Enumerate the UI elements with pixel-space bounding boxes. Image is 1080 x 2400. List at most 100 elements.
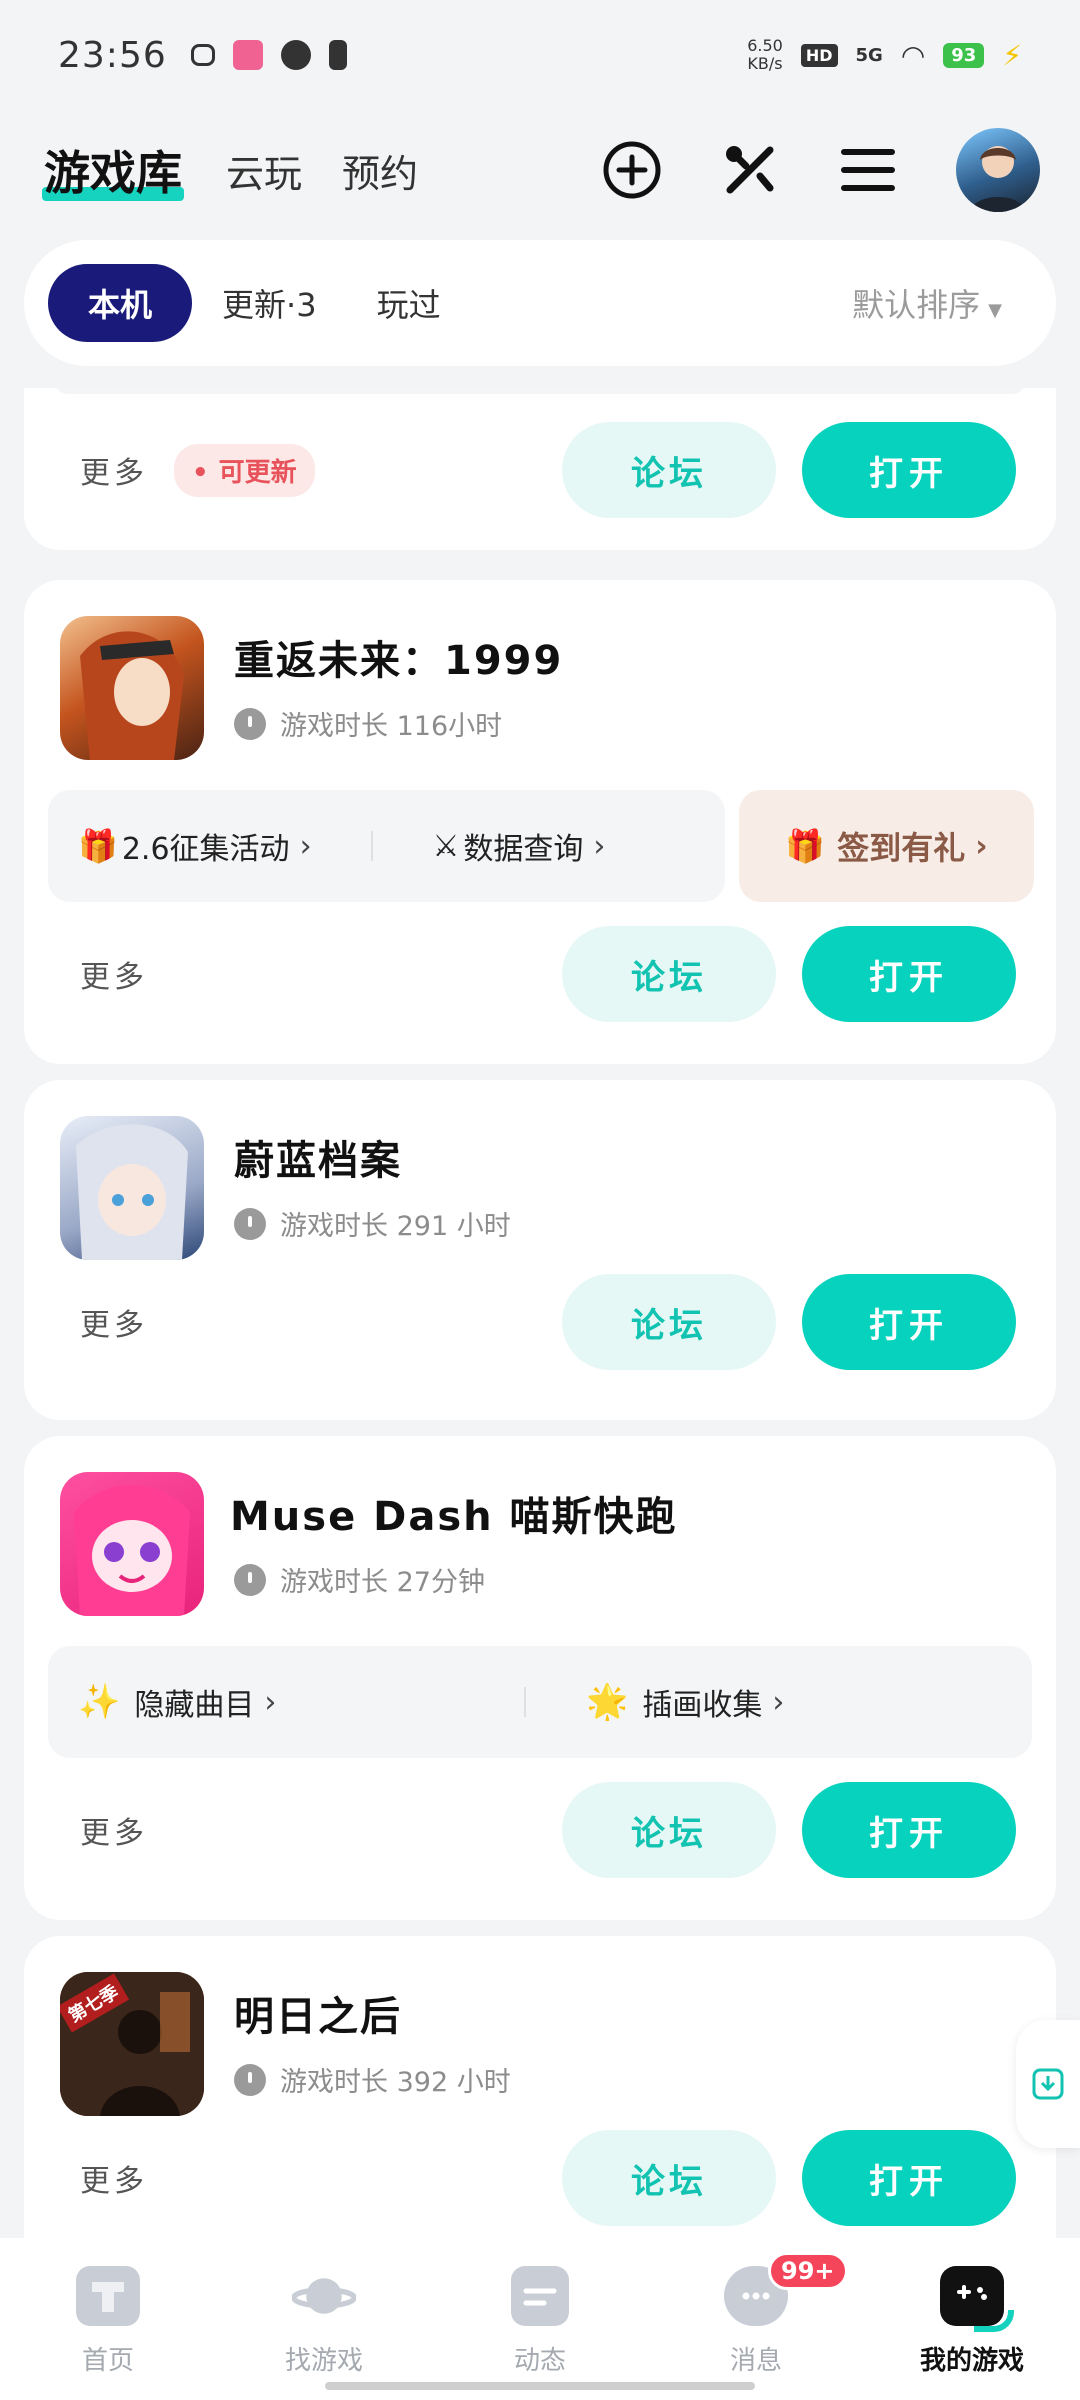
game-card: 蔚蓝档案 游戏时长 291 小时 更多 论坛 打开 bbox=[24, 1080, 1056, 1420]
nav-label: 找游戏 bbox=[284, 2346, 363, 2376]
game-icon[interactable] bbox=[60, 616, 204, 760]
more-button[interactable]: 更多 bbox=[80, 1300, 148, 1344]
nav-label: 我的游戏 bbox=[919, 2346, 1024, 2376]
top-nav: 游戏库 云玩 预约 bbox=[0, 120, 1080, 220]
link-data-query[interactable]: ⚔ 数据查询 › bbox=[373, 824, 726, 868]
app-notification-icon bbox=[232, 40, 263, 70]
menu-icon[interactable] bbox=[838, 140, 898, 200]
open-button[interactable]: 打开 bbox=[802, 1274, 1016, 1370]
notification-icons bbox=[190, 40, 347, 70]
card-header: Muse Dash 喵斯快跑 游戏时长 27分钟 bbox=[60, 1472, 678, 1616]
chevron-right-icon: › bbox=[975, 828, 988, 864]
open-button[interactable]: 打开 bbox=[802, 1782, 1016, 1878]
status-right: 6.50 KB/s HD 5G ◠ 93 ⚡ bbox=[747, 37, 1022, 73]
more-button[interactable]: 更多 bbox=[80, 1808, 148, 1852]
filter-local[interactable]: 本机 bbox=[48, 264, 193, 342]
link-hidden-tracks[interactable]: ✨ 隐藏曲目 › bbox=[48, 1680, 524, 1724]
playtime-text: 游戏时长 392 小时 bbox=[280, 2067, 511, 2098]
card-header: 蔚蓝档案 游戏时长 291 小时 bbox=[60, 1116, 511, 1260]
link-row: ✨ 隐藏曲目 › 🌟 插画收集 › bbox=[48, 1646, 1032, 1758]
playtime-text: 游戏时长 27分钟 bbox=[280, 1567, 485, 1598]
open-button[interactable]: 打开 bbox=[802, 926, 1016, 1022]
clock-icon bbox=[234, 2063, 266, 2096]
link-box: 🎁 2.6征集活动 › ⚔ 数据查询 › bbox=[48, 790, 725, 902]
game-card: 重返未来：1999 游戏时长 116小时 🎁 2.6征集活动 › ⚔ 数据查询 › … bbox=[24, 580, 1056, 1064]
feed-icon bbox=[511, 2266, 569, 2326]
status-time: 23:56 bbox=[58, 34, 167, 76]
link-event[interactable]: 🎁 2.6征集活动 › bbox=[48, 824, 371, 868]
card-footer: 更多 论坛 打开 bbox=[24, 924, 1056, 1024]
network-speed: 6.50 KB/s bbox=[747, 37, 783, 73]
gift-box-icon: 🎁 bbox=[785, 827, 826, 865]
filter-bar: 本机 更新·3 玩过 默认排序 ▼ bbox=[24, 240, 1056, 366]
clock-icon bbox=[234, 707, 266, 740]
open-button[interactable]: 打开 bbox=[802, 422, 1016, 518]
game-card-partial: 更多 可更新 论坛 打开 bbox=[24, 388, 1056, 550]
forum-button[interactable]: 论坛 bbox=[562, 2130, 776, 2226]
signal-icon: 5G bbox=[855, 44, 883, 66]
tab-reservations[interactable]: 预约 bbox=[342, 143, 418, 198]
sync-icon bbox=[280, 40, 311, 70]
more-button[interactable]: 更多 bbox=[80, 448, 148, 492]
link-row: 🎁 2.6征集活动 › ⚔ 数据查询 › 🎁 签到有礼 › bbox=[48, 790, 1034, 902]
game-icon[interactable] bbox=[60, 1472, 204, 1616]
game-card: 第七季 明日之后 游戏时长 392 小时 更多 论坛 打开 bbox=[24, 1936, 1056, 2238]
sort-dropdown[interactable]: 默认排序 ▼ bbox=[852, 280, 1032, 326]
nav-home[interactable]: 首页 bbox=[0, 2238, 216, 2400]
checkin-label: 签到有礼 bbox=[837, 829, 966, 867]
chevron-right-icon: › bbox=[593, 828, 606, 864]
bottom-nav: 首页 找游戏 动态 消息 99+ 我的游戏 bbox=[0, 2238, 1080, 2400]
download-side-tab[interactable] bbox=[1016, 2020, 1080, 2148]
tab-game-library[interactable]: 游戏库 bbox=[40, 137, 186, 203]
nav-find-games[interactable]: 找游戏 bbox=[216, 2238, 432, 2400]
checkin-button[interactable]: 🎁 签到有礼 › bbox=[739, 790, 1034, 902]
chevron-right-icon: › bbox=[264, 1684, 277, 1720]
playtime: 游戏时长 27分钟 bbox=[234, 1560, 678, 1599]
tools-icon[interactable] bbox=[720, 140, 780, 200]
swords-icon: ⚔ bbox=[432, 828, 460, 864]
avatar[interactable] bbox=[956, 128, 1040, 212]
forum-button[interactable]: 论坛 bbox=[562, 926, 776, 1022]
home-icon bbox=[76, 2266, 140, 2326]
filter-updates[interactable]: 更新·3 bbox=[192, 264, 347, 342]
filter-played[interactable]: 玩过 bbox=[347, 264, 471, 342]
link-label: 插画收集 bbox=[642, 1688, 763, 1723]
sort-label: 默认排序 bbox=[852, 286, 981, 324]
hd-icon: HD bbox=[800, 43, 838, 67]
home-indicator[interactable] bbox=[325, 2382, 755, 2390]
caret-down-icon: ▼ bbox=[988, 300, 1002, 321]
card-footer: 更多 可更新 论坛 打开 bbox=[24, 420, 1056, 520]
more-button[interactable]: 更多 bbox=[80, 952, 148, 996]
tab-cloud-play[interactable]: 云玩 bbox=[226, 143, 302, 198]
add-icon[interactable] bbox=[602, 140, 662, 200]
more-button[interactable]: 更多 bbox=[80, 2156, 148, 2200]
forum-button[interactable]: 论坛 bbox=[562, 422, 776, 518]
gamepad-icon bbox=[940, 2266, 1014, 2332]
nav-messages[interactable]: 消息 99+ bbox=[648, 2238, 864, 2400]
nav-feed[interactable]: 动态 bbox=[432, 2238, 648, 2400]
star-icon: 🌟 bbox=[586, 1682, 629, 1722]
update-badge: 可更新 bbox=[174, 443, 315, 497]
game-title: 蔚蓝档案 bbox=[234, 1138, 402, 1184]
nav-my-games[interactable]: 我的游戏 bbox=[864, 2238, 1080, 2400]
clock-icon bbox=[234, 1563, 266, 1596]
game-list[interactable]: 更多 可更新 论坛 打开 重返未来：1999 游戏时长 116小时 🎁 2.6征… bbox=[0, 388, 1080, 2238]
open-button[interactable]: 打开 bbox=[802, 2130, 1016, 2226]
card-header: 第七季 明日之后 游戏时长 392 小时 bbox=[60, 1972, 511, 2116]
sparkle-icon: ✨ bbox=[78, 1682, 121, 1722]
link-illustrations[interactable]: 🌟 插画收集 › bbox=[526, 1680, 1032, 1724]
clock-icon bbox=[234, 1207, 266, 1240]
card-footer: 更多 论坛 打开 bbox=[24, 1272, 1056, 1372]
game-title: Muse Dash 喵斯快跑 bbox=[230, 1494, 678, 1540]
forum-button[interactable]: 论坛 bbox=[562, 1274, 776, 1370]
game-icon[interactable]: 第七季 bbox=[60, 1972, 204, 2116]
game-title: 明日之后 bbox=[234, 1994, 402, 2040]
game-icon[interactable] bbox=[60, 1116, 204, 1260]
wifi-icon: ◠ bbox=[900, 38, 926, 72]
card-header: 重返未来：1999 游戏时长 116小时 bbox=[60, 616, 563, 760]
forum-button[interactable]: 论坛 bbox=[562, 1782, 776, 1878]
link-label: 隐藏曲目 bbox=[134, 1688, 255, 1723]
nav-actions bbox=[602, 128, 1040, 212]
link-label: 2.6征集活动 bbox=[121, 832, 290, 867]
game-card: Muse Dash 喵斯快跑 游戏时长 27分钟 ✨ 隐藏曲目 › 🌟 插画收集 ›… bbox=[24, 1436, 1056, 1920]
